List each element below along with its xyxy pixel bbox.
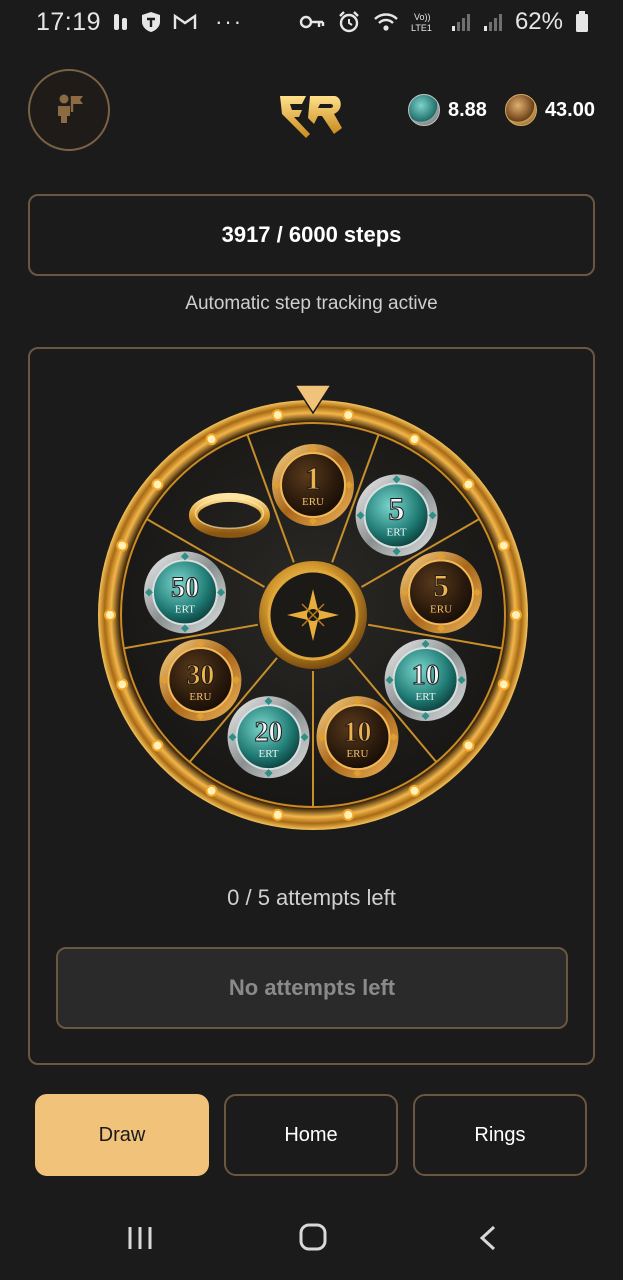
ert-coin-icon: 5ERT [355,474,438,557]
ert-coin-icon [408,94,440,126]
coin-amount: 5 [433,567,449,603]
wheel-bulb [271,808,284,821]
battery-percent: 62% [514,8,563,35]
coin-amount: 20 [255,717,283,748]
signal-icon-2 [483,12,503,32]
wheel-segment: 50ERT [143,551,226,634]
key-icon [299,14,325,30]
ert-balance: 8.88 [448,98,487,121]
wheel-bulb [497,539,510,552]
wheel-segment: 5ERT [355,474,438,557]
wheel-bulb [205,433,218,446]
status-time: 17:19 [36,7,102,36]
eru-balance: 43.00 [544,98,595,121]
ert-coin-icon: 20ERT [227,696,310,779]
tab-home-label: Home [284,1123,338,1146]
status-bar-right: Vo)) LTE1 62% [299,8,589,36]
wheel-bulb [205,784,218,797]
wheel-bulb [342,409,355,422]
wheel-bulb [104,609,116,621]
steps-counter: 3917 / 6000 steps [28,194,595,276]
volte-icon: Vo)) LTE1 [411,10,439,34]
wheel-segment: 10ERU [316,696,399,779]
volte-top-text: Vo)) [414,12,431,22]
wheel-bulb [151,478,164,491]
wheel-bulb [151,739,164,752]
spin-button-label: No attempts left [228,975,396,1000]
eru-coin-icon: 1ERU [272,444,354,526]
balances: 8.88 43.00 [408,94,595,126]
battery-icon [575,11,589,33]
coin-amount: 10 [343,717,371,748]
app-screen: 17:19 ··· Vo)) LTE1 62% 8.88 43.00 3917 … [0,0,623,1280]
notification-icon [113,12,129,32]
wheel-bulb [408,433,421,446]
gmail-icon [173,13,197,31]
wheel-bulb [408,784,421,797]
eru-coin-icon: 10ERU [316,696,399,779]
coin-currency: ERU [302,496,324,508]
coin-amount: 1 [305,460,321,496]
steps-text: 3917 / 6000 steps [221,222,402,247]
coin-amount: 30 [186,660,214,691]
ert-coin-icon: 50ERT [143,551,226,634]
wheel-segment: 30ERU [159,639,242,721]
back-icon[interactable] [476,1224,500,1257]
signal-icon [451,12,471,32]
wheel-bulb [462,739,475,752]
wheel-hub [259,561,367,669]
eru-coin-icon: 30ERU [159,639,242,721]
wheel-bulb [342,808,355,821]
coin-currency: ERU [430,603,452,615]
prize-wheel: 1ERU 5ERT5ERU10ERT10ERU20ERT30ERU50ERT [98,384,528,830]
coin-amount: 50 [171,572,199,603]
tab-rings[interactable]: Rings [413,1094,587,1176]
coin-currency: ERT [386,526,406,538]
attempts-counter: 0 / 5 attempts left [227,885,396,910]
ert-coin-icon: 10ERT [384,639,467,721]
coin-amount: 5 [389,490,405,526]
lucky-draw-panel: 1 ERU 5 ERT 5 ERU 10 ERT 10 ERU 20 ERT 30 ERU 50 ERT 0 … [28,347,595,1065]
recent-apps-icon[interactable] [126,1224,154,1257]
tab-rings-label: Rings [474,1123,526,1146]
status-bar-left: 17:19 ··· [36,8,243,37]
volte-bottom-text: LTE1 [411,23,432,33]
wheel-bulb [116,539,129,552]
coin-currency: ERT [175,603,195,615]
coin-currency: ERT [416,691,436,703]
alarm-icon [337,10,361,34]
wheel-bulb [510,609,522,621]
wheel-segment: 5ERU [400,551,483,634]
profile-button[interactable] [28,69,110,151]
wheel-bulb [462,478,475,491]
wifi-icon [373,12,399,32]
system-navigation-bar [0,1200,623,1280]
tracking-status: Automatic step tracking active [185,293,438,314]
wheel-segment: 20ERT [227,696,310,779]
wheel-segment: 10ERT [384,639,467,721]
spin-button[interactable]: No attempts left [56,947,568,1029]
tab-draw[interactable]: Draw [35,1094,209,1176]
status-bar: 17:19 ··· Vo)) LTE1 62% [0,0,623,44]
wheel-segment: 1ERU [272,444,354,526]
more-notifications: ··· [215,9,244,34]
wheel-bulb [497,678,510,691]
eru-coin-icon: 5ERU [400,551,483,634]
shield-t-icon [141,11,161,33]
eru-coin-icon [504,94,537,126]
wheel-bulb [116,678,129,691]
coin-currency: ERT [258,748,278,760]
coin-currency: ERU [189,691,211,703]
tab-home[interactable]: Home [224,1094,398,1176]
coin-currency: ERU [346,748,368,760]
coin-amount: 10 [412,660,440,691]
person-flag-icon [53,92,85,129]
tab-draw-label: Draw [98,1123,146,1146]
home-icon[interactable] [298,1222,328,1257]
wheel-bulb [271,409,284,422]
er-logo-icon [276,88,346,140]
